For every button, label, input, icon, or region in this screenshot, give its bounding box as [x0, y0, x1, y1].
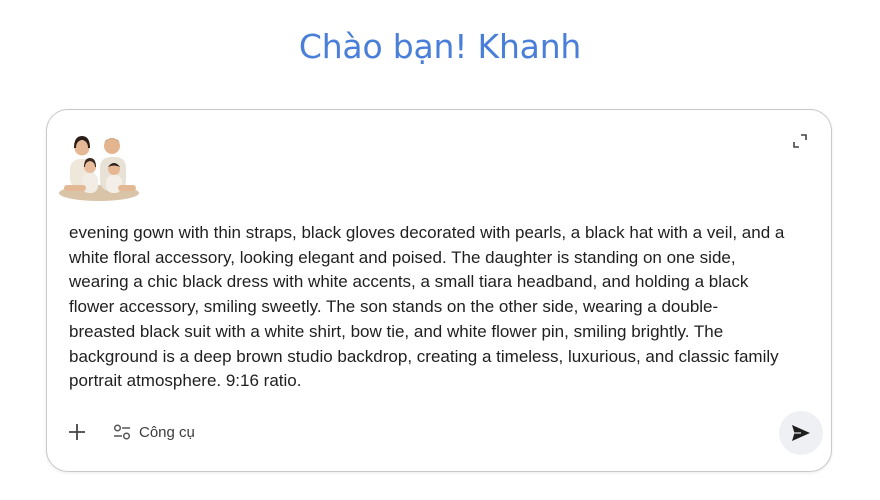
expand-icon	[793, 134, 807, 148]
greeting-title: Chào bạn! Khanh	[298, 27, 582, 66]
prompt-input-box[interactable]: evening gown with thin straps, black glo…	[46, 109, 832, 472]
prompt-text[interactable]: evening gown with thin straps, black glo…	[69, 221, 799, 394]
send-button[interactable]	[779, 411, 823, 455]
input-toolbar: Công cụ	[47, 405, 831, 471]
add-button[interactable]	[63, 418, 91, 446]
tools-icon	[113, 424, 131, 440]
send-icon	[792, 425, 810, 441]
family-photo-image	[59, 136, 139, 201]
expand-button[interactable]	[789, 130, 811, 152]
plus-icon	[69, 424, 85, 440]
tools-button[interactable]: Công cụ	[113, 418, 195, 446]
tools-label: Công cụ	[139, 423, 195, 441]
attached-image-thumbnail[interactable]	[56, 129, 142, 201]
